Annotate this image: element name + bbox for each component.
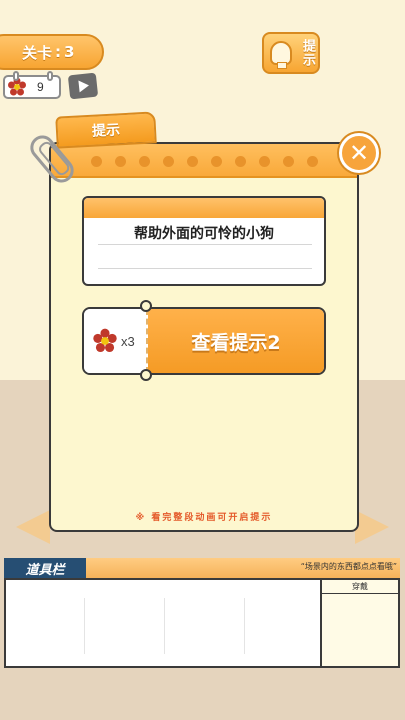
slot-divider [244, 598, 245, 654]
decor-dot [259, 156, 270, 167]
level-number: 3 [64, 43, 75, 61]
view-hint-button[interactable]: 查看提示2 [148, 309, 324, 373]
hint-button[interactable]: 提示 [262, 32, 320, 74]
decor-dot [139, 156, 150, 167]
unlock-note: ※ 看完整段动画可开启提示 [135, 513, 273, 523]
modal-tab-label: 提示 [55, 111, 157, 149]
flower-count: 9 [37, 80, 44, 94]
hint-button-label: 提示 [300, 39, 315, 67]
decor-dot [187, 156, 198, 167]
decor-dot [211, 156, 222, 167]
wear-slot[interactable]: 穿戴 [320, 578, 400, 668]
counter-ring [47, 71, 53, 81]
nav-right-arrow-icon[interactable] [355, 510, 389, 544]
reveal-cost: x3 [84, 309, 148, 373]
close-icon: ✕ [348, 139, 370, 167]
decor-dot [91, 156, 102, 167]
flower-icon [93, 328, 117, 353]
decor-dot [115, 156, 126, 167]
decor-dot [235, 156, 246, 167]
hint-text: 帮助外面的可怜的小狗 [134, 226, 274, 242]
flower-counter: 9 [3, 71, 61, 99]
hint-line [98, 268, 312, 269]
reveal-hint-ticket[interactable]: x3 查看提示2 [82, 307, 326, 375]
reveal-cost-amount: x3 [121, 333, 135, 349]
item-bar-title: 道具栏 [4, 558, 86, 578]
decor-dot [283, 156, 294, 167]
level-label: 关卡 [22, 43, 53, 62]
close-button[interactable]: ✕ [339, 133, 379, 173]
decor-dot [307, 156, 318, 167]
item-bar-tip: “场景内的东西都点点看哦” [300, 562, 397, 571]
level-separator: : [55, 43, 62, 61]
hint-line [98, 244, 312, 245]
ticket-notch [140, 369, 152, 381]
ticket-notch [140, 300, 152, 312]
hint-card-header [84, 198, 324, 218]
hint-card: 帮助外面的可怜的小狗 [82, 196, 326, 286]
modal-header-strip [51, 144, 357, 178]
nav-left-arrow-icon[interactable] [16, 510, 50, 544]
wear-label: 穿戴 [322, 580, 398, 594]
counter-ring [13, 71, 19, 81]
video-play-icon[interactable] [67, 72, 99, 100]
slot-divider [84, 598, 85, 654]
level-indicator: 关卡 : 3 [0, 34, 104, 70]
slot-divider [164, 598, 165, 654]
lightbulb-icon [270, 41, 292, 69]
decor-dot [163, 156, 174, 167]
